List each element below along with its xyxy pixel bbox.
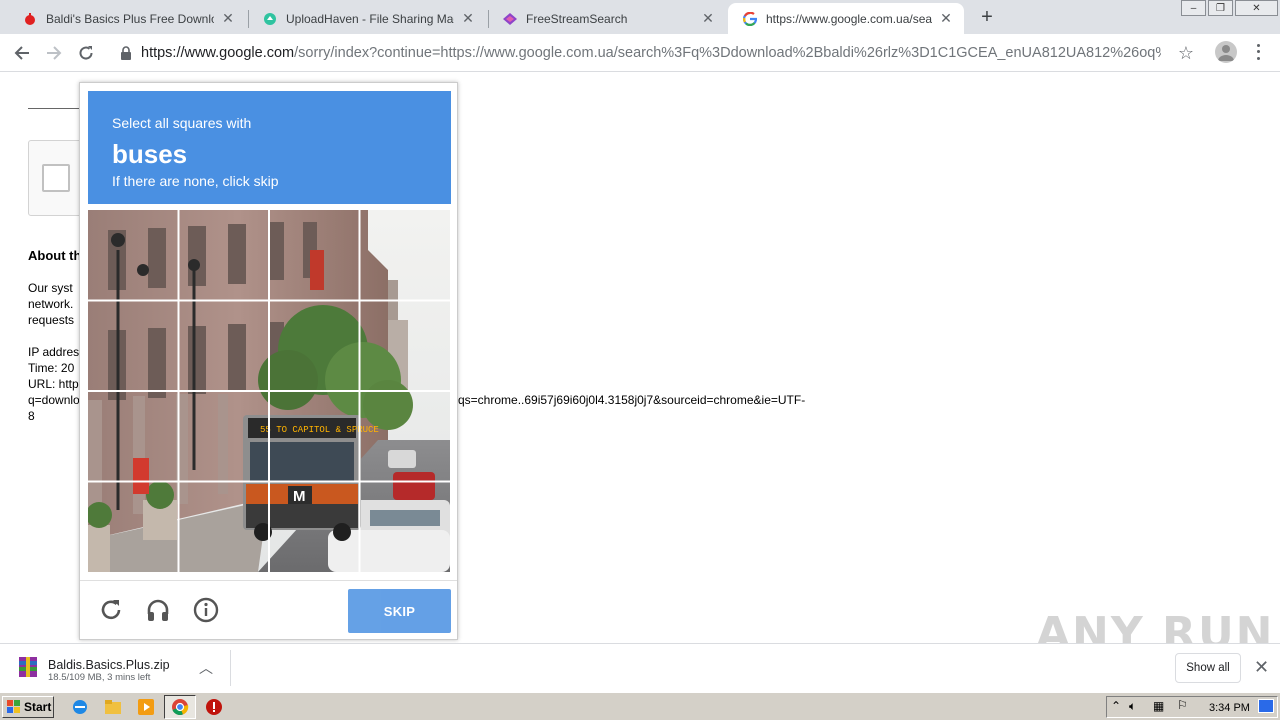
url-path: /sorry/index?continue=https://www.google… <box>294 45 1161 61</box>
download-progress-text: 18.5/109 MB, 3 mins left <box>48 672 151 683</box>
network-icon[interactable]: ▦ <box>1153 699 1164 713</box>
reload-icon[interactable] <box>96 595 126 625</box>
url-text: https://www.google.com/sorry/index?conti… <box>141 45 1161 61</box>
minimize-button[interactable]: – <box>1181 0 1206 16</box>
ip-address-line: IP addres <box>28 345 80 359</box>
profile-avatar-icon[interactable] <box>1215 41 1237 63</box>
tab-freestreamsearch[interactable]: FreeStreamSearch ✕ <box>488 3 726 34</box>
show-desktop-icon[interactable] <box>1258 699 1274 713</box>
url-host: https://www.google.com <box>141 45 295 61</box>
chrome-icon <box>170 697 190 717</box>
headphones-audio-icon[interactable] <box>143 595 173 625</box>
forward-button[interactable] <box>42 41 66 65</box>
volume-icon[interactable]: 🔈︎ <box>1129 699 1136 714</box>
uploadhaven-logo-icon <box>262 11 278 27</box>
action-center-flag-icon[interactable]: ⚐ <box>1177 698 1188 712</box>
time-line: Time: 20 <box>28 361 75 375</box>
bookmark-star-icon[interactable]: ☆ <box>1178 43 1194 64</box>
recaptcha-challenge-popup: Select all squares with buses If there a… <box>79 82 458 640</box>
tab-baldi-download[interactable]: Baldi's Basics Plus Free Download (v0 ✕ <box>8 3 246 34</box>
file-explorer-icon[interactable] <box>103 697 123 717</box>
taskbar-clock[interactable]: 3:34 PM <box>1209 702 1250 714</box>
download-filename[interactable]: Baldis.Basics.Plus.zip <box>48 658 170 672</box>
challenge-image-grid: 55 TO CAPITOL & SPRUCE M <box>88 210 450 572</box>
close-tab-icon[interactable]: ✕ <box>938 10 954 27</box>
tab-title: FreeStreamSearch <box>526 11 628 26</box>
url-line-continued: q=downlo <box>28 393 80 407</box>
back-arrow-icon <box>14 46 29 60</box>
google-g-icon <box>742 11 758 27</box>
chevron-up-icon[interactable]: ︿ <box>199 658 213 678</box>
new-tab-button[interactable]: + <box>976 6 998 28</box>
request-details: IP addres Time: 20 URL: http q=downlo 8 <box>28 344 80 424</box>
close-tab-icon[interactable]: ✕ <box>220 10 236 27</box>
skip-button[interactable]: SKIP <box>348 589 451 633</box>
back-button[interactable] <box>10 41 34 65</box>
close-shelf-icon[interactable]: ✕ <box>1254 657 1269 678</box>
url-line: URL: http <box>28 377 79 391</box>
challenge-instruction: Select all squares with <box>112 115 252 131</box>
tab-title: https://www.google.com.ua/search? <box>766 11 932 26</box>
recaptcha-checkbox[interactable] <box>42 164 70 192</box>
explanation-text: Our syst network. requests <box>28 280 74 328</box>
system-tray: ⌃ 🔈︎ ▦ ⚐ <box>1106 696 1278 718</box>
media-player-icon[interactable] <box>136 697 156 717</box>
shelf-divider <box>230 650 231 686</box>
red-fire-icon <box>22 11 38 27</box>
browser-menu-icon[interactable] <box>1254 42 1262 62</box>
browser-tab-strip: Baldi's Basics Plus Free Download (v0 ✕ … <box>0 0 1280 34</box>
challenge-header: Select all squares with buses If there a… <box>88 91 451 204</box>
window-controls: – ❐ ✕ <box>1181 0 1280 16</box>
text-line: Our syst <box>28 281 73 295</box>
close-tab-icon[interactable]: ✕ <box>700 10 716 27</box>
url-line-right: qs=chrome..69i57j69i60j0l4.3158j0j7&sour… <box>458 393 806 407</box>
start-button[interactable]: Start <box>2 696 54 718</box>
show-hidden-icons-icon[interactable]: ⌃ <box>1111 699 1121 713</box>
challenge-footer: SKIP <box>80 580 457 640</box>
restore-button[interactable]: ❐ <box>1208 0 1233 16</box>
url-line-wrap: 8 <box>28 409 35 423</box>
tab-title: Baldi's Basics Plus Free Download (v0 <box>46 11 214 26</box>
reload-icon <box>79 46 93 60</box>
show-all-downloads-button[interactable]: Show all <box>1175 653 1241 683</box>
tab-google-search[interactable]: https://www.google.com.ua/search? ✕ <box>728 3 964 34</box>
text-line: network. <box>28 297 74 311</box>
street-scene-image: 55 TO CAPITOL & SPRUCE M <box>88 210 450 572</box>
page-divider <box>28 108 80 109</box>
internet-explorer-icon[interactable] <box>70 697 90 717</box>
forward-arrow-icon <box>47 46 62 60</box>
address-bar[interactable]: https://www.google.com/sorry/index?conti… <box>108 38 1202 68</box>
bus-destination-sign: 55 TO CAPITOL & SPRUCE <box>260 425 379 435</box>
zip-archive-icon <box>17 655 39 679</box>
bus-badge: M <box>293 488 306 505</box>
stop-sign-app-icon[interactable] <box>204 697 224 717</box>
purple-stream-icon <box>502 11 518 27</box>
lock-icon <box>121 46 131 60</box>
close-window-button[interactable]: ✕ <box>1235 0 1278 16</box>
download-shelf: Baldis.Basics.Plus.zip 18.5/109 MB, 3 mi… <box>0 643 1280 691</box>
windows-logo-icon <box>7 700 20 713</box>
close-tab-icon[interactable]: ✕ <box>460 10 476 27</box>
start-label: Start <box>24 700 52 714</box>
windows-taskbar: Start ⌃ 🔈︎ ▦ ⚐ 3:34 PM <box>0 692 1280 720</box>
challenge-hint: If there are none, click skip <box>112 173 279 189</box>
info-icon[interactable] <box>191 595 221 625</box>
tab-uploadhaven[interactable]: UploadHaven - File Sharing Made Sim ✕ <box>248 3 486 34</box>
browser-toolbar: https://www.google.com/sorry/index?conti… <box>0 34 1280 72</box>
tab-title: UploadHaven - File Sharing Made Sim <box>286 11 454 26</box>
about-heading: About th <box>28 248 82 263</box>
challenge-target: buses <box>112 139 188 169</box>
reload-button[interactable] <box>74 41 98 65</box>
text-line: requests <box>28 313 75 327</box>
